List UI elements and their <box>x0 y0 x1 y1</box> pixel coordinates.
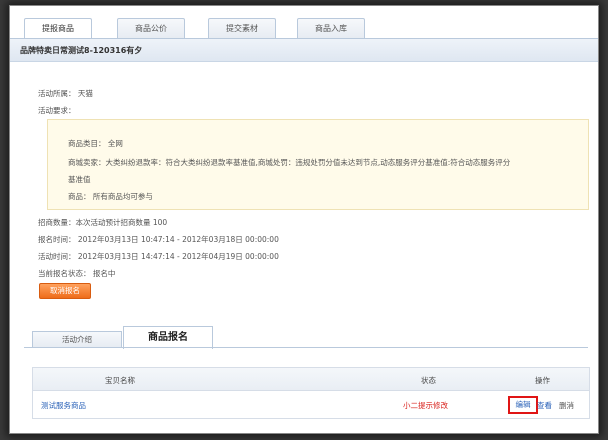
rule-goods: 商品： 所有商品均可参与 <box>68 192 153 201</box>
table-header: 宝贝名称 状态 操作 <box>33 368 589 391</box>
cancel-signup-button[interactable]: 取消报名 <box>39 283 91 299</box>
row-view-link[interactable]: 查看 <box>537 400 552 411</box>
tab-goods-storage[interactable]: 商品入库 <box>297 18 365 39</box>
rule-merchant: 商城卖家：大类纠纷退款率：符合大类纠纷退款率基准值,商城处罚：违规处罚分值未达到… <box>68 158 511 167</box>
signup-time: 报名时间： 2012年03月13日 10:47:14 - 2012年03月18日… <box>38 235 279 244</box>
tab-activity-intro[interactable]: 活动介绍 <box>32 331 122 348</box>
header-ops: 操作 <box>535 376 550 385</box>
header-name: 宝贝名称 <box>105 376 135 385</box>
row-status: 小二提示修改 <box>403 401 448 410</box>
activity-title: 品牌特卖日常测试8-120316有夕 <box>20 46 143 55</box>
app-window: 提报商品 商品公价 提交素材 商品入库 品牌特卖日常测试8-120316有夕 活… <box>9 5 599 434</box>
activity-belongs: 活动所属： 天猫 <box>38 89 93 98</box>
tab-goods-price[interactable]: 商品公价 <box>117 18 185 39</box>
header-status: 状态 <box>421 376 436 385</box>
row-goods-name-link[interactable]: 测试服务商品 <box>41 400 86 411</box>
activity-time: 活动时间： 2012年03月13日 14:47:14 - 2012年04月19日… <box>38 252 279 261</box>
requirements-box: 商品类目： 全网 商城卖家：大类纠纷退款率：符合大类纠纷退款率基准值,商城处罚：… <box>47 119 589 210</box>
bottom-tab-divider <box>24 347 588 348</box>
activity-title-bar: 品牌特卖日常测试8-120316有夕 <box>10 39 598 62</box>
rule-merchant-cont: 基准值 <box>68 175 91 184</box>
row-delete-link[interactable]: 删消 <box>559 400 574 411</box>
rule-category: 商品类目： 全网 <box>68 139 123 148</box>
top-tab-bar: 提报商品 商品公价 提交素材 商品入库 <box>10 6 598 40</box>
tab-submit-goods[interactable]: 提报商品 <box>24 18 92 40</box>
goods-table: 宝贝名称 状态 操作 测试服务商品 小二提示修改 编辑 查看 删消 <box>32 367 590 419</box>
tab-goods-signup[interactable]: 商品报名 <box>123 326 213 349</box>
row-edit-button[interactable]: 编辑 <box>508 396 538 414</box>
recruit-count: 招商数量：本次活动预计招商数量 100 <box>38 218 168 227</box>
tab-submit-material[interactable]: 提交素材 <box>208 18 276 39</box>
signup-status: 当前报名状态： 报名中 <box>38 269 116 278</box>
activity-requirements-label: 活动要求： <box>38 106 76 115</box>
